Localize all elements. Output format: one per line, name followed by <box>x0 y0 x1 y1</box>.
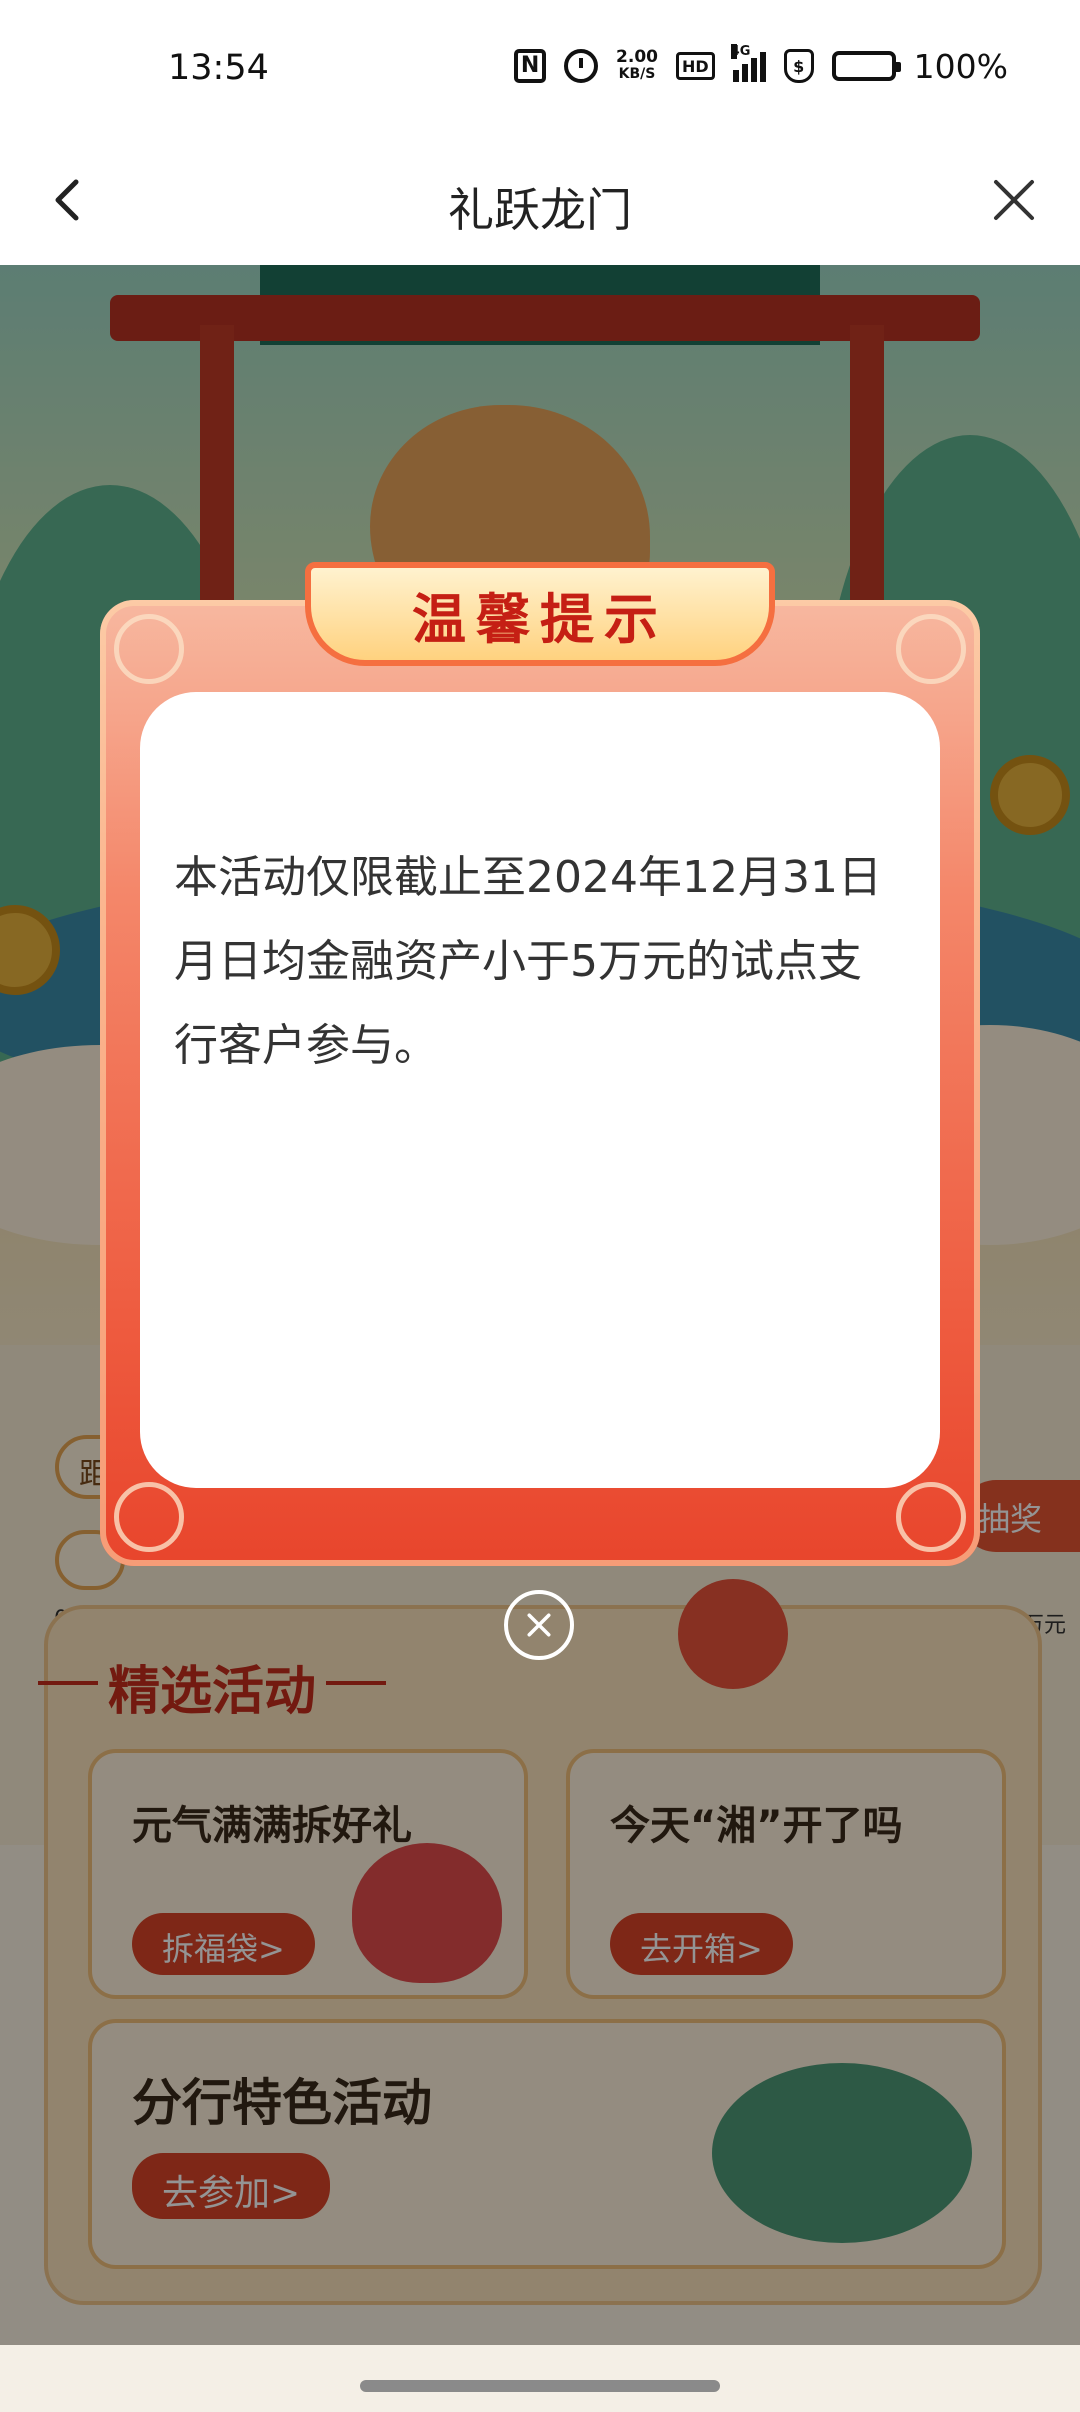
decorative-corner <box>114 1482 184 1552</box>
dialog-body: 本活动仅限截止至2024年12月31日月日均金融资产小于5万元的试点支行客户参与… <box>140 692 940 1488</box>
battery-icon <box>831 51 901 81</box>
notice-dialog: 温馨提示 本活动仅限截止至2024年12月31日月日均金融资产小于5万元的试点支… <box>100 562 980 1566</box>
decorative-corner <box>114 614 184 684</box>
dialog-title-banner: 温馨提示 <box>305 562 775 666</box>
security-shield-icon: $ <box>783 49 814 83</box>
hd-icon: HD <box>675 52 715 80</box>
close-circle-icon <box>527 1613 551 1637</box>
network-speed-unit: KB/S <box>618 66 656 82</box>
network-speed-value: 2.00 <box>616 47 658 67</box>
decorative-corner <box>896 1482 966 1552</box>
dialog-message: 本活动仅限截止至2024年12月31日月日均金融资产小于5万元的试点支行客户参与… <box>174 852 882 1071</box>
status-bar: 13:54 N 2.00 KB/S HD 4G $ 100% <box>0 0 1080 140</box>
dialog-title: 温馨提示 <box>412 586 668 651</box>
status-time: 13:54 <box>168 48 269 88</box>
nfc-icon: N <box>514 49 547 83</box>
home-indicator[interactable] <box>360 2380 720 2392</box>
network-speed: 2.00 KB/S <box>616 49 658 83</box>
alarm-icon <box>564 49 599 83</box>
close-page-button[interactable] <box>986 172 1042 228</box>
battery-percent: 100% <box>913 46 1008 86</box>
network-type-label: 4G <box>730 44 751 59</box>
dialog-close-button[interactable] <box>504 1590 574 1660</box>
nav-bar: 礼跃龙门 <box>0 140 1080 265</box>
status-icons: N 2.00 KB/S HD 4G $ 100% <box>514 44 1008 88</box>
page-title: 礼跃龙门 <box>448 183 632 237</box>
close-icon <box>994 180 1034 220</box>
decorative-corner <box>896 614 966 684</box>
signal-icon: 4G <box>730 44 766 82</box>
